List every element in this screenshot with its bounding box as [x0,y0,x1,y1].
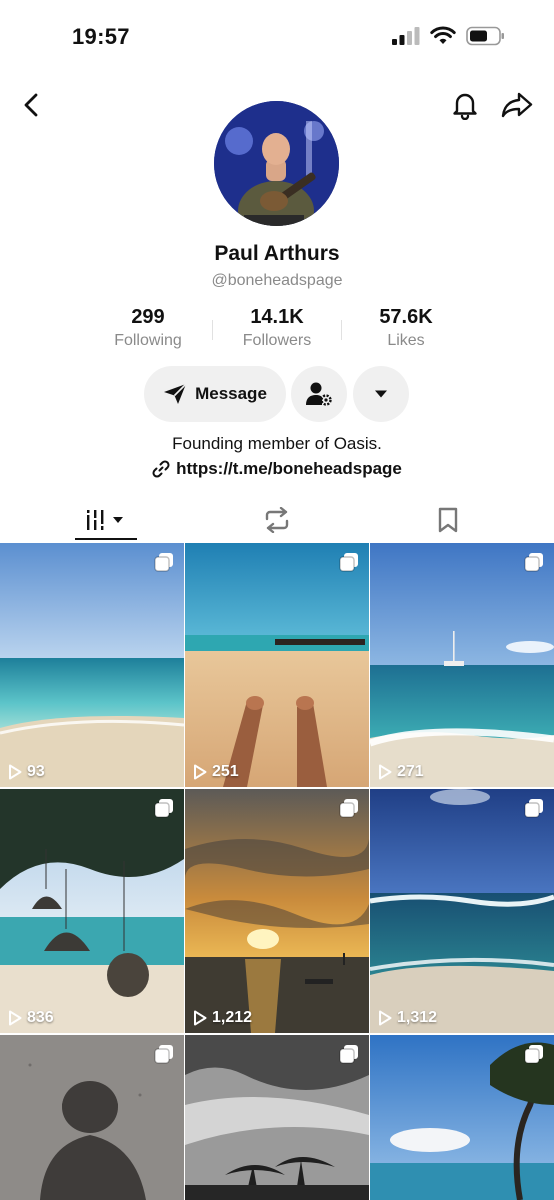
bio-text: Founding member of Oasis. [172,434,382,453]
stat-likes[interactable]: 57.6K Likes [346,306,466,350]
person-gear-icon [306,382,332,406]
multi-photo-icon [339,799,358,818]
tab-favorites[interactable] [356,497,540,543]
view-count-label: 1,212 [212,1009,253,1026]
stat-value: 14.1K [250,306,304,328]
message-button[interactable]: Message [144,366,286,422]
grid-bars-icon [85,510,123,530]
bookmark-icon [438,507,458,533]
tab-videos[interactable] [14,497,198,543]
link-icon [152,460,170,478]
play-icon [379,764,392,780]
caret-down-icon [375,390,387,398]
view-count: 271 [378,763,424,781]
share-button[interactable] [500,88,534,122]
cellular-signal-icon [392,27,420,45]
status-time: 19:57 [72,24,130,49]
video-thumbnail[interactable] [370,1035,554,1200]
multi-photo-icon [154,553,173,572]
battery-icon [466,26,504,46]
active-tab-indicator [75,538,137,540]
thumbnail-image [185,543,369,787]
multi-photo-icon [339,1045,358,1064]
avatar[interactable] [214,101,339,226]
play-icon [9,764,22,780]
stat-followers[interactable]: 14.1K Followers [217,306,337,350]
play-icon [194,764,207,780]
bio-link[interactable]: https://t.me/boneheadspage [0,459,554,479]
tab-reposts[interactable] [185,497,369,543]
video-thumbnail[interactable]: 836 [0,789,184,1033]
view-count-label: 271 [397,763,424,780]
stat-divider [341,320,342,340]
notification-button[interactable] [448,88,482,122]
bell-icon [453,93,477,120]
username: @boneheadspage [211,272,343,289]
message-label: Message [195,384,267,403]
view-count: 836 [8,1009,54,1027]
view-count: 1,212 [193,1009,252,1027]
view-count: 93 [8,763,45,781]
video-thumbnail[interactable]: 271 [370,543,554,787]
multi-photo-icon [154,799,173,818]
thumbnail-image [0,789,184,1033]
video-thumbnail[interactable]: 1,212 [185,789,369,1033]
view-count-label: 836 [27,1009,54,1026]
follow-settings-button[interactable] [291,366,347,422]
video-thumbnail[interactable]: 251 [185,543,369,787]
stat-label: Likes [387,332,425,349]
thumbnail-image [370,543,554,787]
multi-photo-icon [154,1045,173,1064]
multi-photo-icon [524,799,543,818]
view-count: 1,312 [378,1009,437,1027]
chevron-left-icon [24,93,38,117]
action-buttons: Message [0,366,554,422]
thumbnail-image [185,789,369,1033]
stat-divider [212,320,213,340]
stat-following[interactable]: 299 Following [88,306,208,350]
video-thumbnail[interactable]: 93 [0,543,184,787]
view-count-label: 93 [27,763,45,780]
repost-icon [265,507,289,533]
play-icon [9,1010,22,1026]
view-count-label: 251 [212,763,239,780]
stat-value: 299 [131,306,165,328]
avatar-photo [214,101,339,226]
video-thumbnail[interactable] [0,1035,184,1200]
bio-link-text: https://t.me/boneheadspage [176,459,402,478]
display-name: Paul Arthurs [214,242,340,265]
wifi-icon [430,26,456,44]
video-thumbnail[interactable] [185,1035,369,1200]
view-count: 251 [193,763,239,781]
stat-value: 57.6K [379,306,433,328]
status-icons [392,26,506,46]
video-thumbnail[interactable]: 1,312 [370,789,554,1033]
multi-photo-icon [524,1045,543,1064]
content-tabs [0,497,554,543]
send-icon [164,383,187,404]
more-dropdown-button[interactable] [353,366,409,422]
stats-row: 299 Following 14.1K Followers 57.6K Like… [0,306,554,356]
view-count-label: 1,312 [397,1009,438,1026]
multi-photo-icon [339,553,358,572]
stat-label: Following [114,332,182,349]
share-arrow-icon [501,92,533,118]
play-icon [194,1010,207,1026]
thumbnail-image [0,543,184,787]
back-button[interactable] [14,88,48,122]
multi-photo-icon [524,553,543,572]
status-bar: 19:57 [0,0,554,70]
play-icon [379,1010,392,1026]
thumbnail-image [370,789,554,1033]
stat-label: Followers [242,332,312,349]
